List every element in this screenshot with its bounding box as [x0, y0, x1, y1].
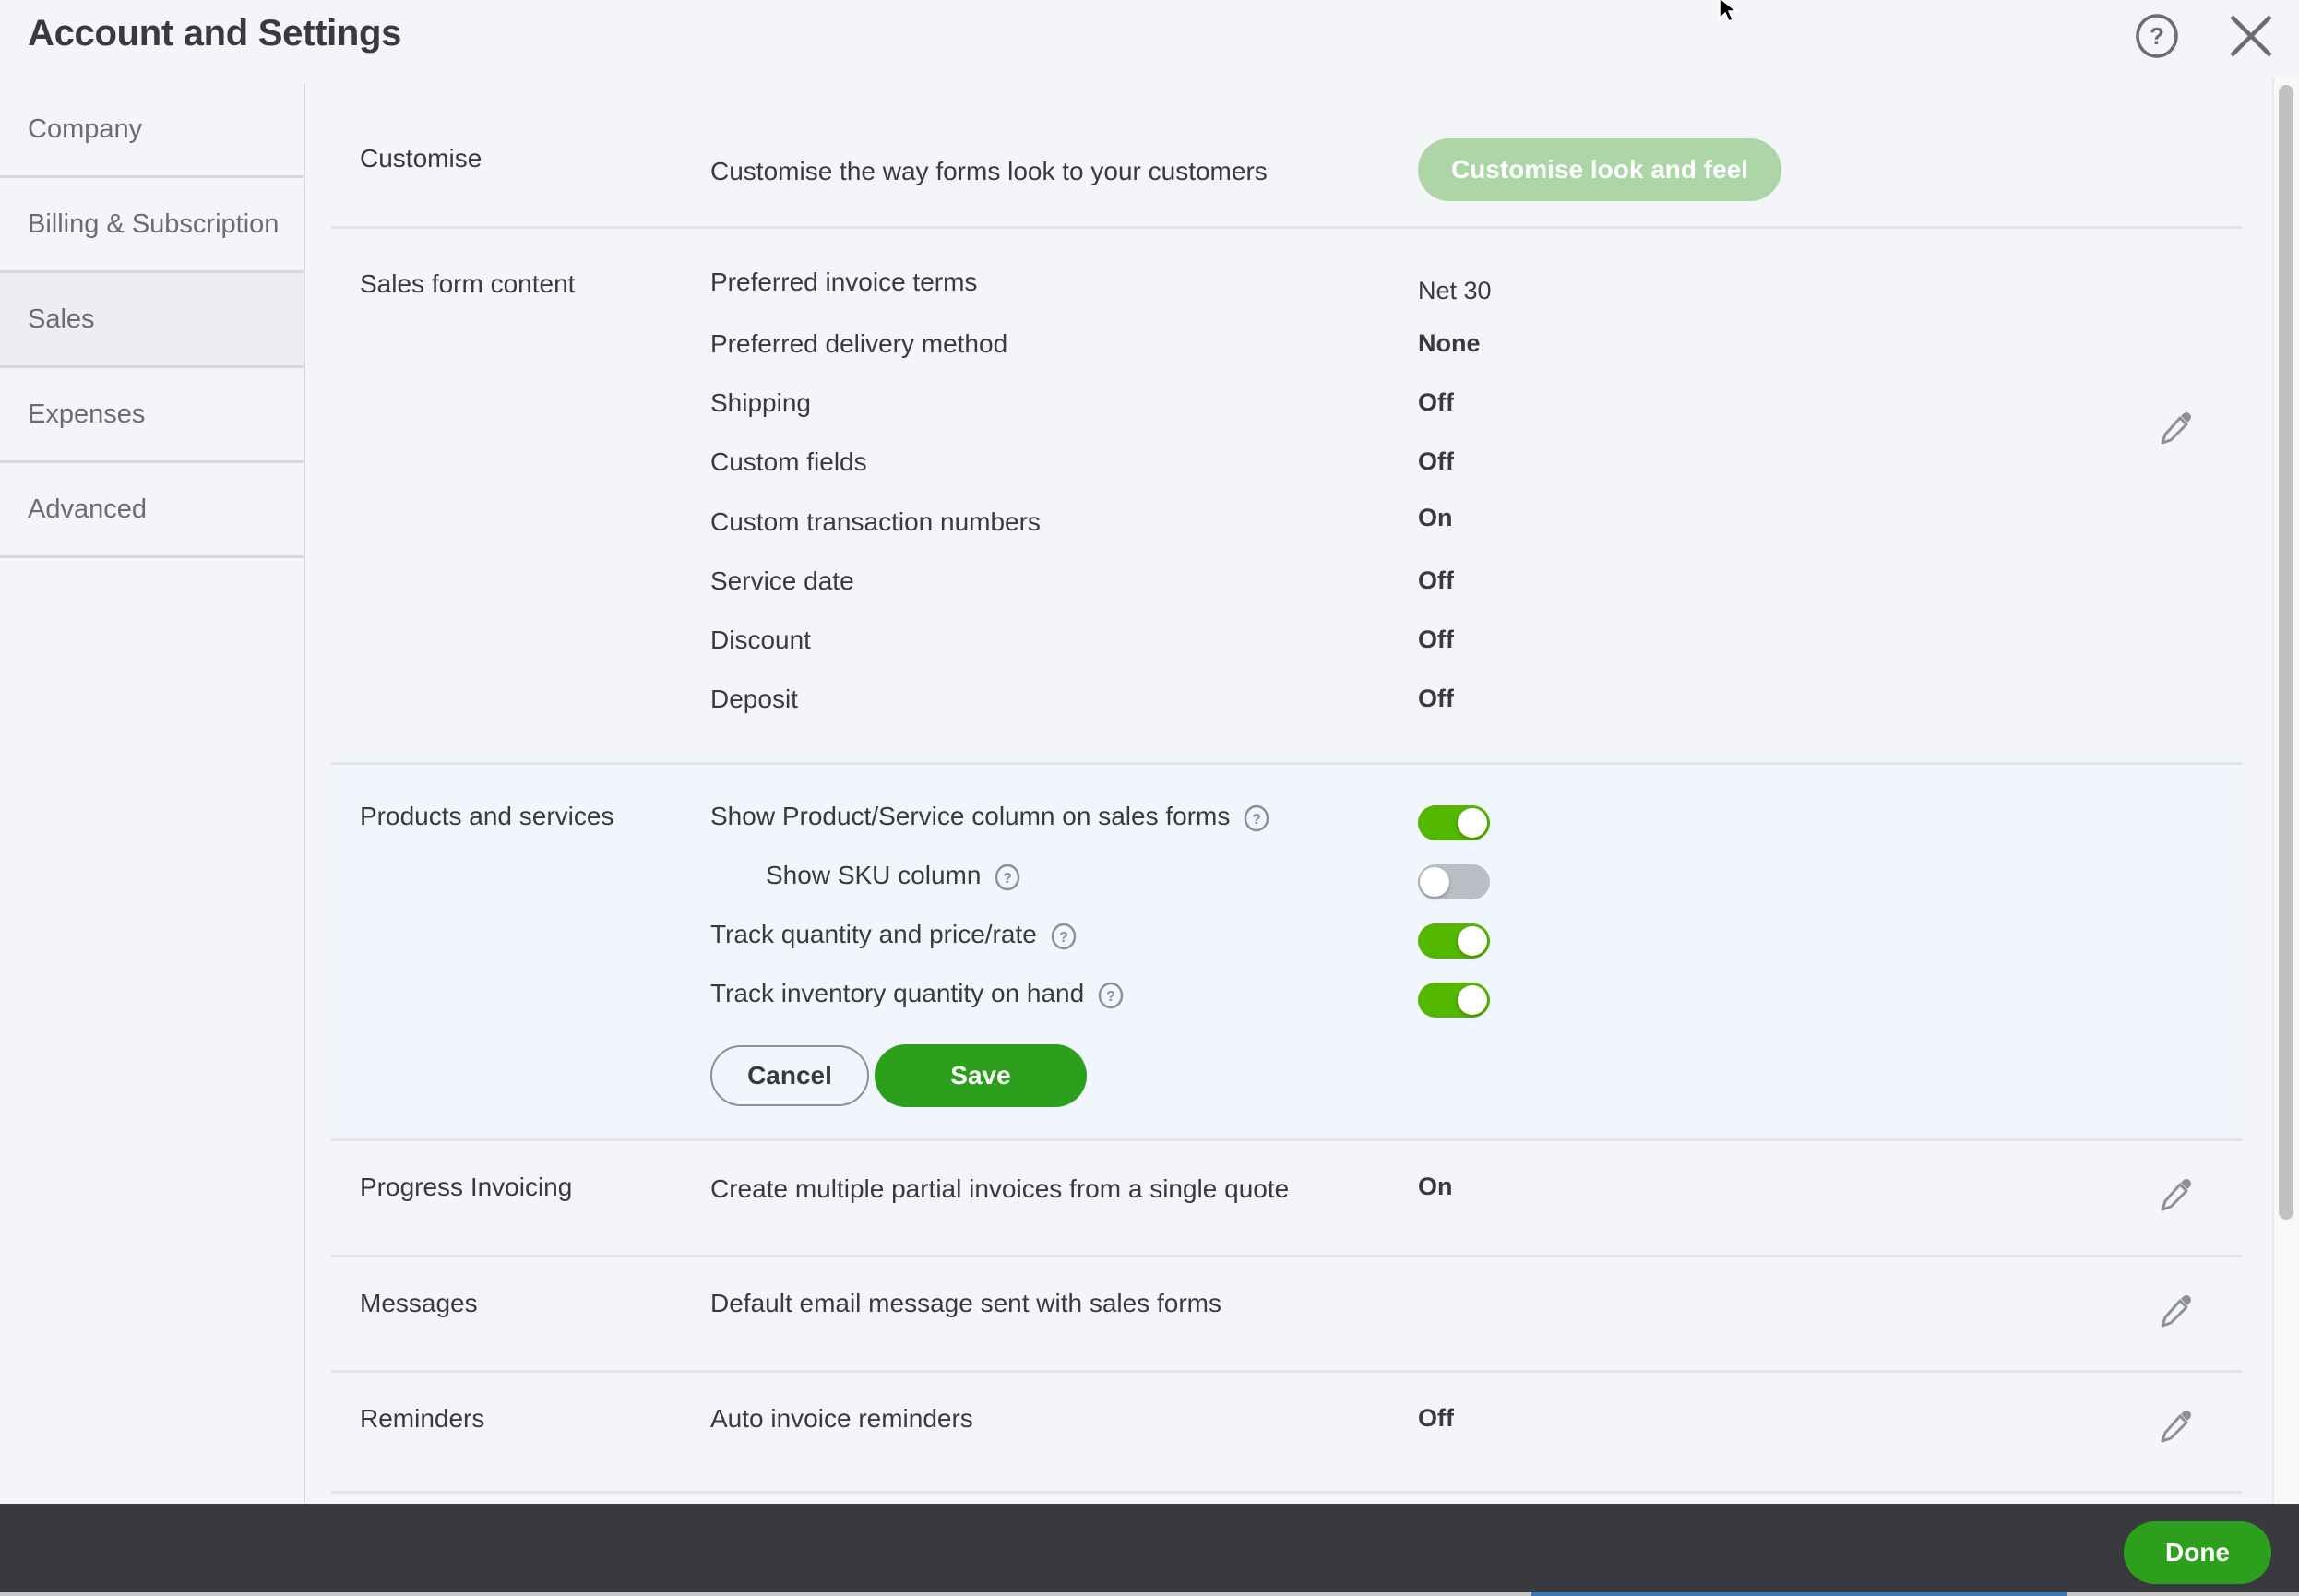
cancel-button[interactable]: Cancel — [710, 1045, 869, 1106]
sidebar-item-expenses[interactable]: Expenses — [0, 368, 304, 463]
sidebar-item-label: Expenses — [28, 399, 146, 429]
help-circle-icon[interactable]: ? — [1050, 923, 1078, 950]
toggle-track-inventory-quantity[interactable] — [1418, 983, 1490, 1018]
close-x-icon[interactable] — [2227, 12, 2275, 60]
setting-label: Show Product/Service column on sales for… — [710, 802, 1231, 830]
setting-label: Preferred invoice terms — [710, 268, 978, 296]
sidebar-item-advanced[interactable]: Advanced — [0, 463, 304, 558]
setting-label: Track quantity and price/rate — [710, 920, 1037, 948]
sidebar-item-company[interactable]: Company — [0, 83, 304, 178]
setting-row: Default email message sent with sales fo… — [710, 1289, 2243, 1329]
footer-bar — [0, 1504, 2299, 1592]
help-circle-icon[interactable]: ? — [994, 864, 1021, 891]
setting-label: Custom fields — [710, 447, 867, 476]
section-reminders[interactable]: Reminders Auto invoice reminders Off — [331, 1373, 2243, 1494]
section-progress-invoicing[interactable]: Progress Invoicing Create multiple parti… — [331, 1141, 2243, 1257]
setting-value: On — [1418, 504, 1453, 531]
sidebar-item-billing-subscription[interactable]: Billing & Subscription — [0, 178, 304, 273]
setting-value: Off — [1418, 685, 1454, 712]
setting-row: Auto invoice reminders Off — [710, 1404, 2243, 1445]
setting-label: Preferred delivery method — [710, 329, 1008, 358]
toggle-show-product-service-column[interactable] — [1418, 805, 1490, 840]
edit-pencil-icon[interactable] — [2158, 1408, 2195, 1445]
settings-sidebar: Company Billing & Subscription Sales Exp… — [0, 83, 305, 1504]
section-label: Customise — [360, 144, 482, 173]
page-title: Account and Settings — [28, 13, 402, 54]
svg-text:?: ? — [2150, 22, 2164, 50]
section-products-and-services: Products and services Show Product/Servi… — [331, 765, 2243, 1141]
setting-label: Discount — [710, 625, 811, 654]
setting-value: Net 30 — [1418, 277, 1492, 304]
section-sales-form-content[interactable]: Sales form content Preferred invoice ter… — [331, 229, 2243, 765]
sidebar-item-label: Advanced — [28, 494, 147, 524]
setting-row: Discount Off — [710, 625, 2243, 666]
section-label: Products and services — [360, 802, 614, 830]
setting-value: Off — [1418, 625, 1454, 653]
setting-row: Custom fields Off — [710, 447, 2243, 488]
setting-label: Shipping — [710, 388, 811, 417]
setting-label: Default email message sent with sales fo… — [710, 1289, 1221, 1317]
done-button[interactable]: Done — [2124, 1521, 2271, 1584]
setting-row: Custom transaction numbers On — [710, 504, 2243, 548]
toggle-knob — [1458, 985, 1487, 1015]
sidebar-item-label: Billing & Subscription — [28, 208, 280, 239]
svg-text:?: ? — [1252, 812, 1261, 828]
setting-row: Preferred invoice terms Net 30 — [710, 268, 2243, 308]
sidebar-item-label: Company — [28, 113, 143, 144]
setting-value: On — [1418, 1173, 1453, 1200]
section-label: Reminders — [360, 1404, 485, 1433]
content-scrollbar[interactable] — [2272, 77, 2298, 1504]
save-button[interactable]: Save — [875, 1044, 1087, 1107]
setting-value: Off — [1418, 447, 1454, 475]
toggle-show-sku-column[interactable] — [1418, 864, 1490, 899]
section-description: Customise the way forms look to your cus… — [710, 157, 1268, 185]
section-label: Sales form content — [360, 269, 576, 298]
help-circle-icon[interactable]: ? — [1243, 804, 1270, 832]
settings-content: Customise Customise the way forms look t… — [331, 83, 2243, 1504]
bottom-strip-accent — [1531, 1592, 2067, 1596]
setting-row: Service date Off — [710, 566, 2243, 607]
edit-pencil-icon[interactable] — [2158, 410, 2195, 447]
setting-label: Service date — [710, 566, 854, 595]
svg-text:?: ? — [1059, 930, 1068, 946]
toggle-knob — [1458, 808, 1487, 838]
toggle-track-quantity-price-rate[interactable] — [1418, 923, 1490, 959]
mouse-cursor-icon — [1719, 0, 1739, 23]
svg-text:?: ? — [1106, 989, 1115, 1005]
edit-pencil-icon[interactable] — [2158, 1176, 2195, 1213]
customise-look-and-feel-button[interactable]: Customise look and feel — [1418, 138, 1781, 201]
setting-label: Track inventory quantity on hand — [710, 979, 1085, 1007]
setting-value: Off — [1418, 566, 1454, 594]
setting-row: Deposit Off — [710, 685, 2243, 725]
svg-text:?: ? — [1004, 871, 1013, 887]
setting-value: Off — [1418, 388, 1454, 416]
section-label: Messages — [360, 1289, 478, 1317]
sidebar-item-sales[interactable]: Sales — [0, 273, 304, 368]
setting-row: Shipping Off — [710, 388, 2243, 429]
scrollbar-thumb[interactable] — [2279, 85, 2293, 1220]
setting-label: Deposit — [710, 685, 798, 713]
toggle-knob — [1458, 926, 1487, 956]
setting-row: Preferred delivery method None — [710, 329, 2243, 370]
help-circle-icon[interactable]: ? — [1097, 982, 1125, 1009]
section-label: Progress Invoicing — [360, 1173, 573, 1201]
setting-value: None — [1418, 329, 1481, 357]
section-customise: Customise Customise the way forms look t… — [331, 83, 2243, 229]
bottom-strip — [0, 1592, 2299, 1596]
setting-value: Off — [1418, 1404, 1454, 1432]
setting-label: Create multiple partial invoices from a … — [710, 1174, 1290, 1203]
section-messages[interactable]: Messages Default email message sent with… — [331, 1257, 2243, 1373]
setting-label: Show SKU column — [766, 861, 982, 889]
help-circle-icon[interactable]: ? — [2133, 12, 2181, 60]
setting-row: Create multiple partial invoices from a … — [710, 1173, 2243, 1215]
sidebar-item-label: Sales — [28, 304, 95, 334]
toggle-knob — [1420, 867, 1449, 897]
setting-label: Custom transaction numbers — [710, 507, 1041, 536]
setting-label: Auto invoice reminders — [710, 1404, 973, 1433]
edit-pencil-icon[interactable] — [2158, 1292, 2195, 1329]
